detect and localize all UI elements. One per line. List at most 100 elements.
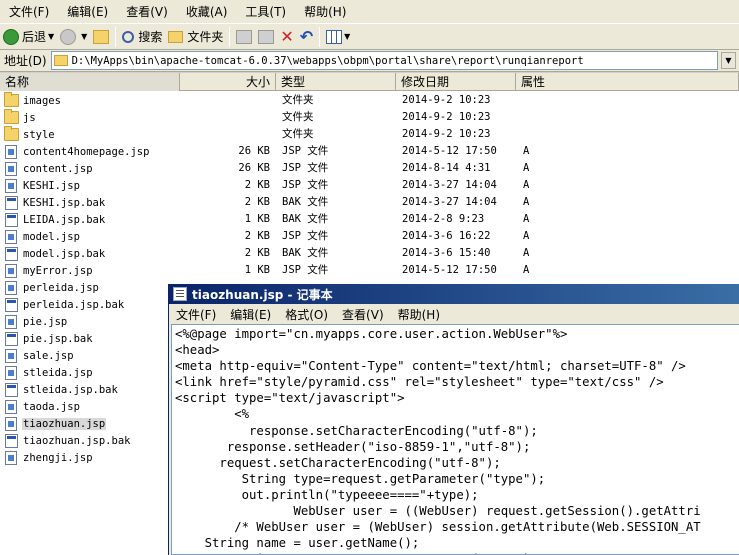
file-type: JSP 文件	[282, 230, 329, 242]
notepad-menu-view[interactable]: 查看(V)	[335, 306, 391, 323]
file-name-cell[interactable]: content.jsp	[4, 160, 176, 177]
column-name[interactable]: 名称	[0, 73, 180, 91]
file-type: JSP 文件	[282, 145, 329, 157]
address-input[interactable]: D:\MyApps\bin\apache-tomcat-6.0.37\webap…	[50, 51, 718, 70]
file-name-cell[interactable]: content4homepage.jsp	[4, 143, 176, 160]
delete-x-icon: ✕	[280, 26, 294, 46]
file-date: 2014-3-6 15:40	[402, 247, 491, 259]
code-line: out.println("typeeee===="+type);	[175, 487, 479, 502]
file-type: BAK 文件	[282, 247, 329, 259]
file-type: 文件夹	[282, 128, 314, 140]
search-button[interactable]: 搜索	[119, 26, 165, 48]
file-row[interactable]: style 文件夹 2014-9-2 10:23	[0, 126, 739, 143]
code-line: /* WebUser user = (WebUser) session.getA…	[175, 520, 701, 535]
back-arrow-icon	[3, 28, 19, 45]
folder-icon	[53, 55, 68, 66]
copy-to-button[interactable]	[255, 26, 277, 48]
undo-button[interactable]: ↶	[297, 26, 316, 48]
file-row[interactable]: LEIDA.jsp.bak 1 KB BAK 文件 2014-2-8 9:23 A	[0, 211, 739, 228]
code-text: <%@page import="cn.myapps.core.user.acti…	[172, 325, 739, 554]
notepad-menu-edit[interactable]: 编辑(E)	[223, 306, 278, 323]
chevron-down-icon[interactable]: ▼	[48, 32, 54, 41]
file-name-cell[interactable]: style	[4, 126, 176, 143]
file-name-cell[interactable]: tiaozhuan.jsp	[4, 415, 176, 432]
back-button[interactable]: 后退 ▼	[0, 26, 57, 48]
code-line: <head>	[175, 343, 220, 358]
chevron-down-icon[interactable]: ▼	[81, 32, 87, 41]
notepad-menu-help[interactable]: 帮助(H)	[391, 306, 447, 323]
code-line: String type=request.getParameter("type")…	[175, 471, 546, 486]
file-name-cell[interactable]: KESHI.jsp	[4, 177, 176, 194]
views-button[interactable]: ▼	[323, 26, 353, 48]
file-row[interactable]: myError.jsp 1 KB JSP 文件 2014-5-12 17:50 A	[0, 262, 739, 279]
column-date[interactable]: 修改日期	[396, 73, 516, 91]
file-name-cell[interactable]: myError.jsp	[4, 262, 176, 279]
file-attributes: A	[523, 162, 530, 174]
file-row[interactable]: KESHI.jsp.bak 2 KB BAK 文件 2014-3-27 14:04 A	[0, 194, 739, 211]
forward-button[interactable]: ▼	[57, 26, 90, 48]
address-dropdown-button[interactable]: ▼	[721, 52, 736, 69]
file-name-cell[interactable]: sale.jsp	[4, 347, 176, 364]
file-name-cell[interactable]: tiaozhuan.jsp.bak	[4, 432, 176, 449]
notepad-window: tiaozhuan.jsp - 记事本 文件(F) 编辑(E) 格式(O) 查看…	[168, 284, 739, 555]
file-size: 1 KB	[244, 264, 270, 276]
menu-edit[interactable]: 编辑(E)	[58, 1, 117, 23]
menu-file[interactable]: 文件(F)	[0, 1, 58, 23]
column-size[interactable]: 大小	[180, 73, 276, 91]
notepad-menubar: 文件(F) 编辑(E) 格式(O) 查看(V) 帮助(H)	[169, 304, 739, 324]
menu-favorites[interactable]: 收藏(A)	[177, 1, 237, 23]
jsp-file-icon	[5, 365, 17, 380]
bak-file-icon	[5, 433, 18, 448]
file-name-cell[interactable]: pie.jsp	[4, 313, 176, 330]
file-name: content.jsp	[23, 162, 93, 175]
move-to-button[interactable]	[233, 26, 255, 48]
menu-view[interactable]: 查看(V)	[117, 1, 177, 23]
column-type[interactable]: 类型	[276, 73, 396, 91]
file-name-cell[interactable]: taoda.jsp	[4, 398, 176, 415]
file-name-cell[interactable]: KESHI.jsp.bak	[4, 194, 176, 211]
file-attributes: A	[523, 145, 530, 157]
file-name: KESHI.jsp.bak	[23, 196, 106, 209]
file-date: 2014-9-2 10:23	[402, 128, 491, 140]
column-attributes[interactable]: 属性	[516, 73, 739, 91]
file-name-cell[interactable]: model.jsp.bak	[4, 245, 176, 262]
delete-button[interactable]: ✕	[277, 26, 296, 48]
file-row[interactable]: KESHI.jsp 2 KB JSP 文件 2014-3-27 14:04 A	[0, 177, 739, 194]
file-row[interactable]: content4homepage.jsp 26 KB JSP 文件 2014-5-12…	[0, 143, 739, 160]
file-name-cell[interactable]: LEIDA.jsp.bak	[4, 211, 176, 228]
menu-help[interactable]: 帮助(H)	[295, 1, 355, 23]
file-name-cell[interactable]: pie.jsp.bak	[4, 330, 176, 347]
file-name-cell[interactable]: js	[4, 109, 176, 126]
file-name-cell[interactable]: perleida.jsp.bak	[4, 296, 176, 313]
file-row[interactable]: js 文件夹 2014-9-2 10:23	[0, 109, 739, 126]
notepad-menu-file[interactable]: 文件(F)	[169, 306, 223, 323]
toolbar-divider	[319, 26, 321, 47]
up-folder-button[interactable]	[90, 26, 112, 48]
file-name: style	[23, 128, 55, 141]
file-name-cell[interactable]: perleida.jsp	[4, 279, 176, 296]
file-name-cell[interactable]: stleida.jsp	[4, 364, 176, 381]
file-date: 2014-9-2 10:23	[402, 94, 491, 106]
file-name-cell[interactable]: stleida.jsp.bak	[4, 381, 176, 398]
file-row[interactable]: model.jsp.bak 2 KB BAK 文件 2014-3-6 15:40 A	[0, 245, 739, 262]
file-row[interactable]: content.jsp 26 KB JSP 文件 2014-8-14 4:31 A	[0, 160, 739, 177]
file-date: 2014-3-6 16:22	[402, 230, 491, 242]
bak-file-icon	[5, 331, 18, 346]
folder-icon	[168, 30, 184, 43]
menu-tools[interactable]: 工具(T)	[236, 1, 295, 23]
file-row[interactable]: model.jsp 2 KB JSP 文件 2014-3-6 16:22 A	[0, 228, 739, 245]
code-line: <script type="text/javascript">	[175, 391, 405, 406]
file-name-cell[interactable]: zhengji.jsp	[4, 449, 176, 466]
jsp-file-icon	[5, 178, 17, 193]
file-attributes: A	[523, 264, 530, 276]
file-name-cell[interactable]: images	[4, 92, 176, 109]
notepad-menu-format[interactable]: 格式(O)	[278, 306, 335, 323]
folders-button[interactable]: 文件夹	[165, 26, 226, 48]
file-name: sale.jsp	[23, 349, 74, 362]
address-path: D:\MyApps\bin\apache-tomcat-6.0.37\webap…	[71, 54, 584, 67]
file-name-cell[interactable]: model.jsp	[4, 228, 176, 245]
notepad-titlebar[interactable]: tiaozhuan.jsp - 记事本	[169, 284, 739, 304]
notepad-text-area[interactable]: <%@page import="cn.myapps.core.user.acti…	[171, 324, 739, 555]
chevron-down-icon[interactable]: ▼	[344, 32, 350, 41]
file-row[interactable]: images 文件夹 2014-9-2 10:23	[0, 92, 739, 109]
